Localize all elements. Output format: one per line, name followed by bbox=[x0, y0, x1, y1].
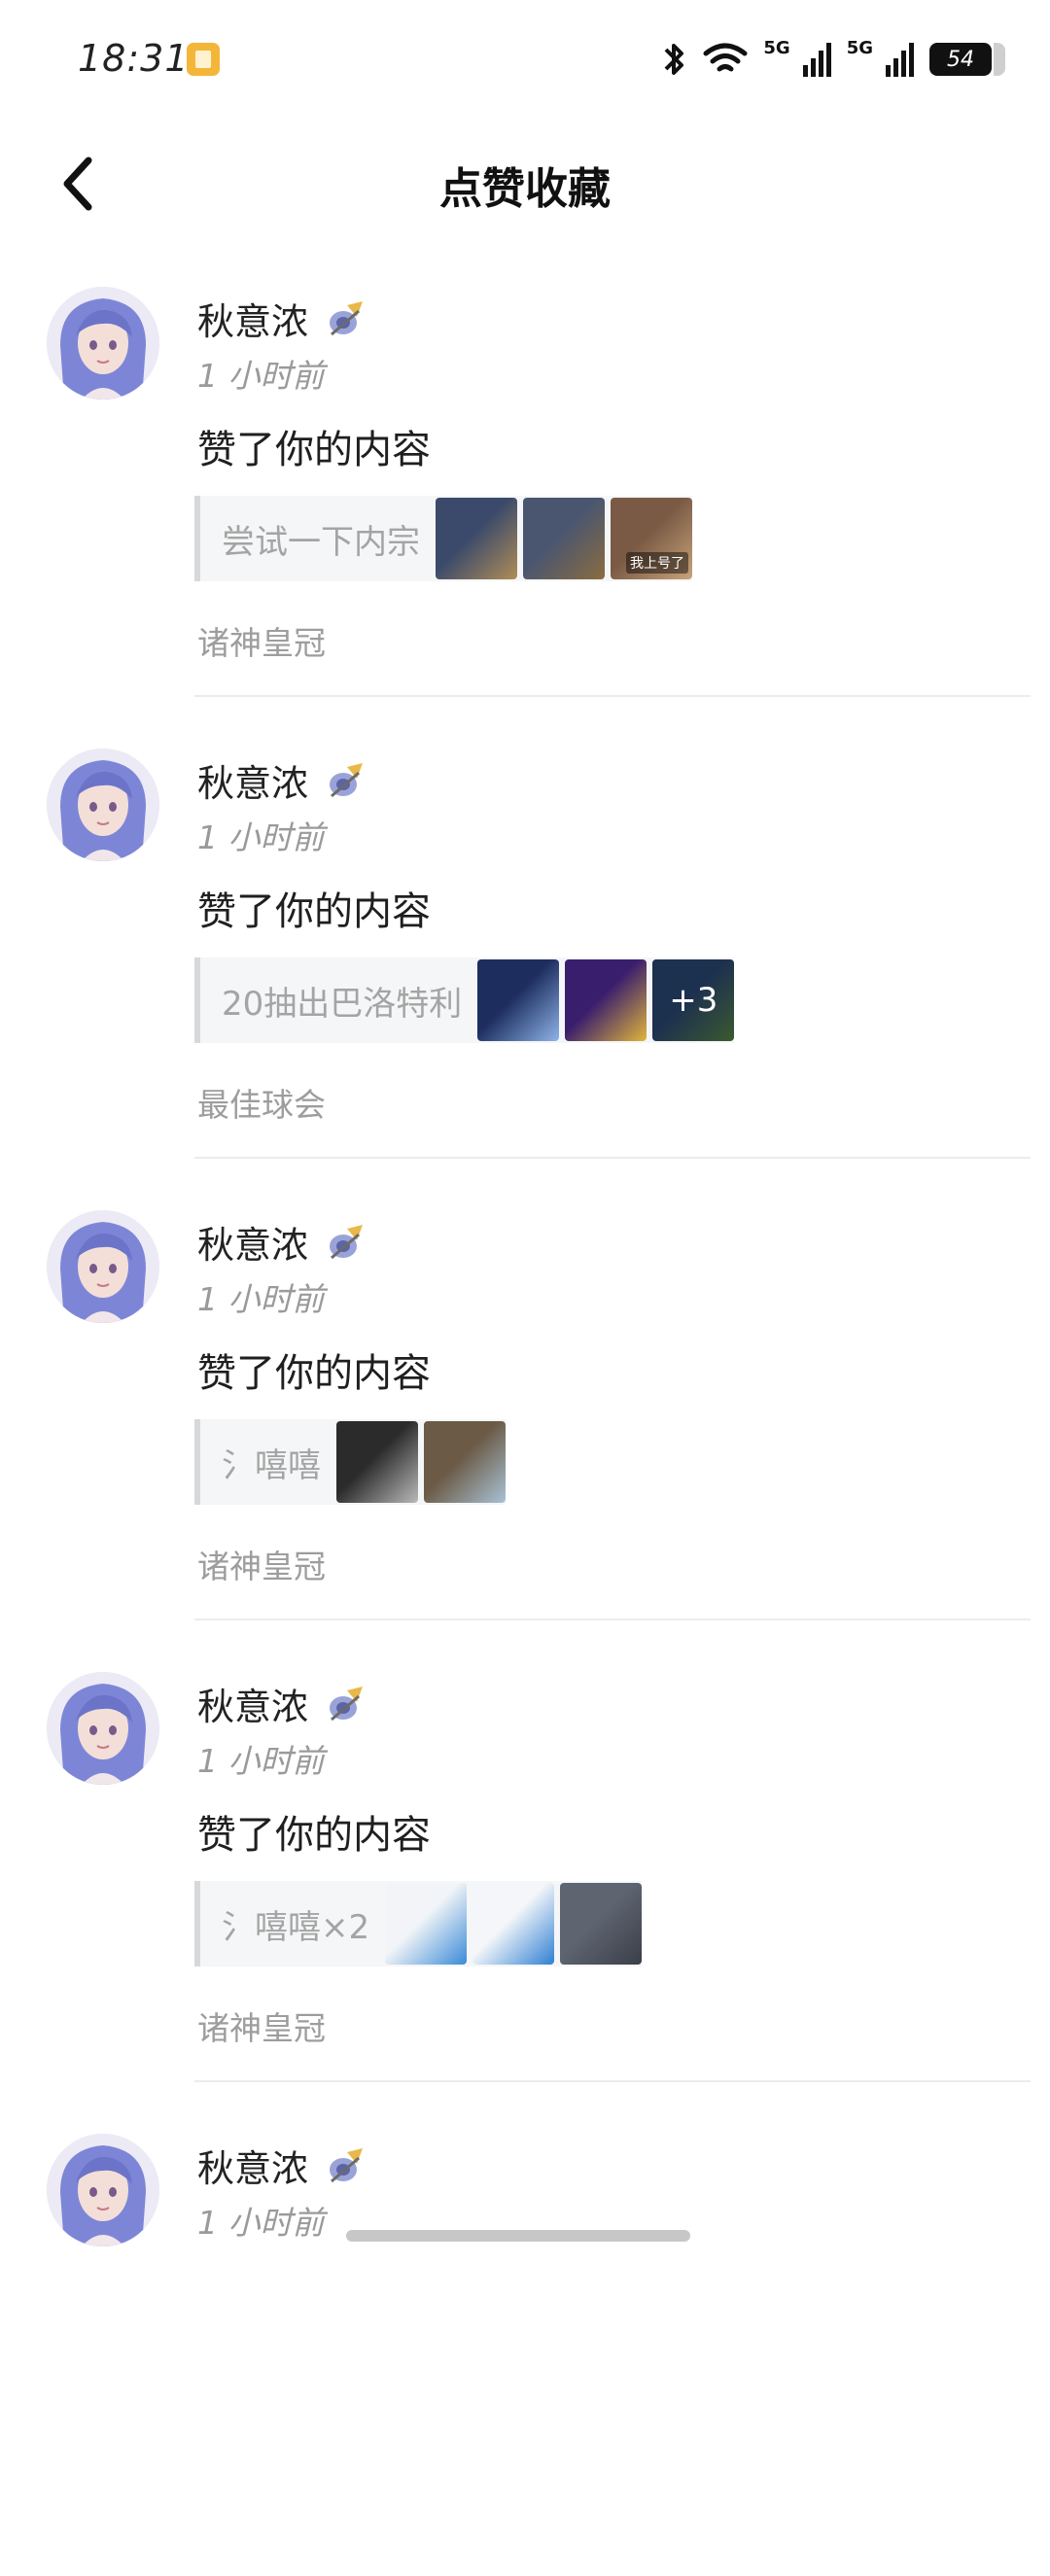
post-thumbnail[interactable] bbox=[436, 498, 517, 579]
quoted-post-title: 氵嘻嘻×2 bbox=[222, 1907, 370, 1947]
post-thumbnail[interactable] bbox=[424, 1421, 506, 1503]
action-text: 赞了你的内容 bbox=[197, 1351, 431, 1396]
time-ago: 1 小时前 bbox=[197, 1280, 325, 1318]
avatar[interactable] bbox=[47, 2134, 159, 2246]
action-text: 赞了你的内容 bbox=[197, 1813, 431, 1858]
avatar[interactable] bbox=[47, 1672, 159, 1785]
user-name[interactable]: 秋意浓 bbox=[197, 292, 308, 345]
post-thumbnail[interactable] bbox=[477, 959, 560, 1041]
quoted-post-title: 尝试一下内宗 bbox=[222, 522, 420, 562]
list-item-5[interactable]: 秋意浓 1 小时前 bbox=[0, 2119, 1050, 2576]
more-images-count: +3 bbox=[652, 959, 735, 1041]
level-badge-icon bbox=[330, 300, 364, 335]
user-row: 秋意浓 bbox=[197, 1677, 368, 1730]
divider bbox=[194, 695, 1031, 697]
quoted-post[interactable]: 氵嘻嘻×2 bbox=[194, 1881, 643, 1967]
battery-icon: 54 bbox=[929, 43, 1005, 76]
network-type-label: 5G bbox=[763, 37, 790, 58]
avatar-image bbox=[47, 2134, 159, 2246]
avatar[interactable] bbox=[47, 748, 159, 861]
header: 点赞收藏 bbox=[0, 136, 1050, 233]
thumbnail-strip bbox=[336, 1421, 506, 1503]
user-name[interactable]: 秋意浓 bbox=[197, 753, 308, 807]
post-thumbnail[interactable]: 我上号了 bbox=[611, 498, 692, 579]
thumbnail-strip: +3 bbox=[477, 959, 735, 1041]
status-bar: 18:31 5G 5G 54 bbox=[0, 0, 1050, 117]
list-item-2[interactable]: 秋意浓 1 小时前 赞了你的内容 20抽出巴洛特利 +3 最佳球会 bbox=[0, 734, 1050, 1191]
network-type-label-2: 5G bbox=[846, 37, 873, 58]
quoted-post[interactable]: 尝试一下内宗 我上号了 bbox=[194, 496, 692, 581]
divider bbox=[194, 2080, 1031, 2082]
avatar[interactable] bbox=[47, 1210, 159, 1323]
quoted-post[interactable]: 氵嘻嘻 bbox=[194, 1419, 506, 1505]
action-text: 赞了你的内容 bbox=[197, 428, 431, 472]
level-badge-icon bbox=[330, 1686, 364, 1721]
avatar-image bbox=[47, 1672, 159, 1785]
notification-app-icon bbox=[187, 43, 220, 76]
post-thumbnail[interactable] bbox=[565, 959, 648, 1041]
battery-level: 54 bbox=[947, 47, 974, 72]
user-row: 秋意浓 bbox=[197, 753, 368, 807]
action-text: 赞了你的内容 bbox=[197, 889, 431, 934]
quoted-post-title: 20抽出巴洛特利 bbox=[222, 984, 463, 1024]
level-badge-icon bbox=[330, 2147, 364, 2182]
time-ago: 1 小时前 bbox=[197, 1742, 325, 1780]
level-badge-icon bbox=[330, 1224, 364, 1259]
user-row: 秋意浓 bbox=[197, 2139, 368, 2192]
forum-name[interactable]: 诸神皇冠 bbox=[197, 617, 326, 664]
avatar[interactable] bbox=[47, 287, 159, 400]
home-indicator[interactable] bbox=[346, 2230, 690, 2242]
user-row: 秋意浓 bbox=[197, 1215, 368, 1269]
user-name[interactable]: 秋意浓 bbox=[197, 1215, 308, 1269]
user-row: 秋意浓 bbox=[197, 292, 368, 345]
quoted-post-title: 氵嘻嘻 bbox=[222, 1445, 321, 1485]
time-ago: 1 小时前 bbox=[197, 2204, 325, 2242]
level-badge-icon bbox=[330, 762, 364, 797]
wifi-icon bbox=[703, 43, 748, 72]
post-thumbnail[interactable] bbox=[472, 1883, 555, 1965]
forum-name[interactable]: 最佳球会 bbox=[197, 1079, 326, 1126]
thumbnail-strip bbox=[385, 1883, 643, 1965]
post-thumbnail[interactable]: +3 bbox=[652, 959, 735, 1041]
time-ago: 1 小时前 bbox=[197, 818, 325, 856]
status-time: 18:31 bbox=[78, 37, 190, 80]
divider bbox=[194, 1157, 1031, 1159]
signal-icon bbox=[802, 43, 831, 77]
user-name[interactable]: 秋意浓 bbox=[197, 1677, 308, 1730]
bluetooth-icon bbox=[664, 44, 684, 75]
signal-icon-2 bbox=[886, 43, 914, 77]
list-item-4[interactable]: 秋意浓 1 小时前 赞了你的内容 氵嘻嘻×2 诸神皇冠 bbox=[0, 1657, 1050, 2114]
post-thumbnail[interactable] bbox=[385, 1883, 468, 1965]
time-ago: 1 小时前 bbox=[197, 357, 325, 395]
divider bbox=[194, 1619, 1031, 1620]
thumbnail-caption: 我上号了 bbox=[626, 552, 688, 574]
post-thumbnail[interactable] bbox=[560, 1883, 643, 1965]
quoted-post[interactable]: 20抽出巴洛特利 +3 bbox=[194, 957, 735, 1043]
status-icons: 5G 5G 54 bbox=[662, 35, 1005, 84]
list-item-1[interactable]: 秋意浓 1 小时前 赞了你的内容 尝试一下内宗 我上号了 诸神皇冠 bbox=[0, 272, 1050, 729]
post-thumbnail[interactable] bbox=[336, 1421, 418, 1503]
avatar-image bbox=[47, 748, 159, 861]
forum-name[interactable]: 诸神皇冠 bbox=[197, 1541, 326, 1587]
user-name[interactable]: 秋意浓 bbox=[197, 2139, 308, 2192]
thumbnail-strip: 我上号了 bbox=[436, 498, 692, 579]
avatar-image bbox=[47, 287, 159, 400]
post-thumbnail[interactable] bbox=[523, 498, 605, 579]
list-item-3[interactable]: 秋意浓 1 小时前 赞了你的内容 氵嘻嘻 诸神皇冠 bbox=[0, 1196, 1050, 1653]
forum-name[interactable]: 诸神皇冠 bbox=[197, 2002, 326, 2049]
avatar-image bbox=[47, 1210, 159, 1323]
page-title: 点赞收藏 bbox=[439, 164, 611, 214]
